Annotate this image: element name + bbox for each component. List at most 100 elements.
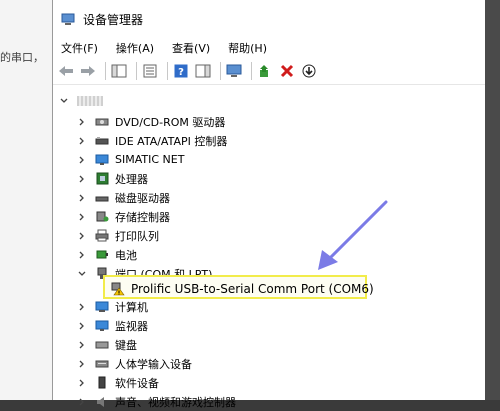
update-driver-icon [260,65,268,77]
window-title: 设备管理器 [83,12,144,27]
chevron-right-icon[interactable] [77,340,87,350]
help-button[interactable]: ? [172,62,190,80]
background-document: 的串口， [0,0,52,400]
back-arrow-icon [59,66,73,76]
tree-item-computer[interactable]: 计算机 [77,297,148,316]
chevron-right-icon[interactable] [77,212,87,222]
processor-icon [95,172,109,186]
download-circle-icon [302,64,316,78]
properties-icon [143,64,157,78]
tree-item-ide[interactable]: IDE ATA/ATAPI 控制器 [77,131,227,150]
disk-drive-icon [95,191,109,205]
tree-item-label: 监视器 [115,319,148,333]
tree-item-simatic[interactable]: SIMATIC NET [77,150,184,169]
dvd-drive-icon [95,115,109,129]
storage-controller-icon [95,210,109,224]
tree-item-label: 键盘 [115,338,137,352]
tree-item-label: 软件设备 [115,376,159,390]
warning-port-icon [111,282,125,296]
toolbar-separator [251,62,252,80]
action-pane-icon [195,64,211,78]
toolbar-separator [105,62,106,80]
tree-item-label: DVD/CD-ROM 驱动器 [115,115,226,129]
chevron-right-icon[interactable] [77,193,87,203]
chevron-right-icon[interactable] [77,231,87,241]
chevron-right-icon[interactable] [77,117,87,127]
chevron-right-icon[interactable] [77,321,87,331]
svg-text:?: ? [178,67,184,78]
tree-item-processor[interactable]: 处理器 [77,169,148,188]
menu-view[interactable]: 查看(V) [170,38,212,58]
background-right [485,0,500,400]
keyboard-icon [95,338,109,352]
device-manager-icon [61,13,75,25]
tree-item-battery[interactable]: 电池 [77,245,137,264]
console-tree-icon [111,64,127,78]
chevron-right-icon[interactable] [77,359,87,369]
monitor-scan-icon [226,64,242,77]
update-driver-button[interactable] [256,62,274,80]
computer-name-blurred [77,95,103,106]
device-manager-window: 设备管理器 文件(F) 操作(A) 查看(V) 帮助(H) ? DVD/CD-R… [52,0,485,409]
uninstall-device-button[interactable] [278,62,296,80]
menu-help[interactable]: 帮助(H) [226,38,269,58]
chevron-right-icon[interactable] [77,174,87,184]
toolbar: ? [53,58,485,85]
tree-item-sound[interactable]: 声音、视频和游戏控制器 [77,392,236,411]
tree-item-monitor[interactable]: 监视器 [77,316,148,335]
tree-item-label: 存储控制器 [115,210,170,224]
title-bar[interactable]: 设备管理器 [53,0,485,38]
tree-item-label: IDE ATA/ATAPI 控制器 [115,134,228,148]
tree-item-prolific-port[interactable]: Prolific USB-to-Serial Comm Port (COM6) [111,279,374,298]
menu-file[interactable]: 文件(F) [59,38,100,58]
chevron-down-icon[interactable] [59,96,69,106]
forward-arrow-icon [81,66,95,76]
tree-item-label: SIMATIC NET [115,153,185,166]
tree-item-keyboard[interactable]: 键盘 [77,335,137,354]
tree-item-dvd[interactable]: DVD/CD-ROM 驱动器 [77,112,225,131]
scan-hardware-button[interactable] [225,62,243,80]
menu-action[interactable]: 操作(A) [114,38,156,58]
hid-icon [95,357,109,371]
tree-item-printers[interactable]: 打印队列 [77,226,159,245]
battery-icon [95,248,109,262]
red-x-icon [280,64,294,78]
chevron-right-icon[interactable] [77,136,87,146]
tree-item-label: 打印队列 [115,229,159,243]
help-icon: ? [174,64,188,78]
network-icon [95,153,109,167]
software-device-icon [95,376,109,390]
back-button[interactable] [57,62,75,80]
menu-bar: 文件(F) 操作(A) 查看(V) 帮助(H) [53,38,485,58]
tree-item-hid[interactable]: 人体学输入设备 [77,354,192,373]
chevron-right-icon[interactable] [77,302,87,312]
computer-icon [95,300,109,314]
forward-button[interactable] [79,62,97,80]
chevron-right-icon[interactable] [77,250,87,260]
show-hide-console-tree-button[interactable] [110,62,128,80]
tree-item-label: 磁盘驱动器 [115,191,170,205]
tree-item-software[interactable]: 软件设备 [77,373,159,392]
tree-item-label: 处理器 [115,172,148,186]
chevron-down-icon[interactable] [77,269,87,279]
show-hide-action-pane-button[interactable] [194,62,212,80]
tree-item-label: 电池 [115,248,137,262]
tree-item-label: 计算机 [115,300,148,314]
sound-icon [95,395,109,409]
tree-root[interactable] [59,91,103,110]
background-text: 的串口， [0,51,44,64]
chevron-right-icon[interactable] [77,397,87,407]
printer-icon [95,229,109,243]
device-tree: DVD/CD-ROM 驱动器 IDE ATA/ATAPI 控制器 SIMATIC… [53,85,485,281]
chevron-right-icon[interactable] [77,155,87,165]
tree-item-storage[interactable]: 存储控制器 [77,207,170,226]
properties-button[interactable] [141,62,159,80]
tree-item-label: 声音、视频和游戏控制器 [115,395,236,409]
toolbar-separator [220,62,221,80]
tree-item-label: Prolific USB-to-Serial Comm Port (COM6) [131,281,374,296]
tree-item-disk[interactable]: 磁盘驱动器 [77,188,170,207]
chevron-right-icon[interactable] [77,378,87,388]
ide-controller-icon [95,134,109,148]
enable-device-button[interactable] [300,62,318,80]
toolbar-separator [167,62,168,80]
